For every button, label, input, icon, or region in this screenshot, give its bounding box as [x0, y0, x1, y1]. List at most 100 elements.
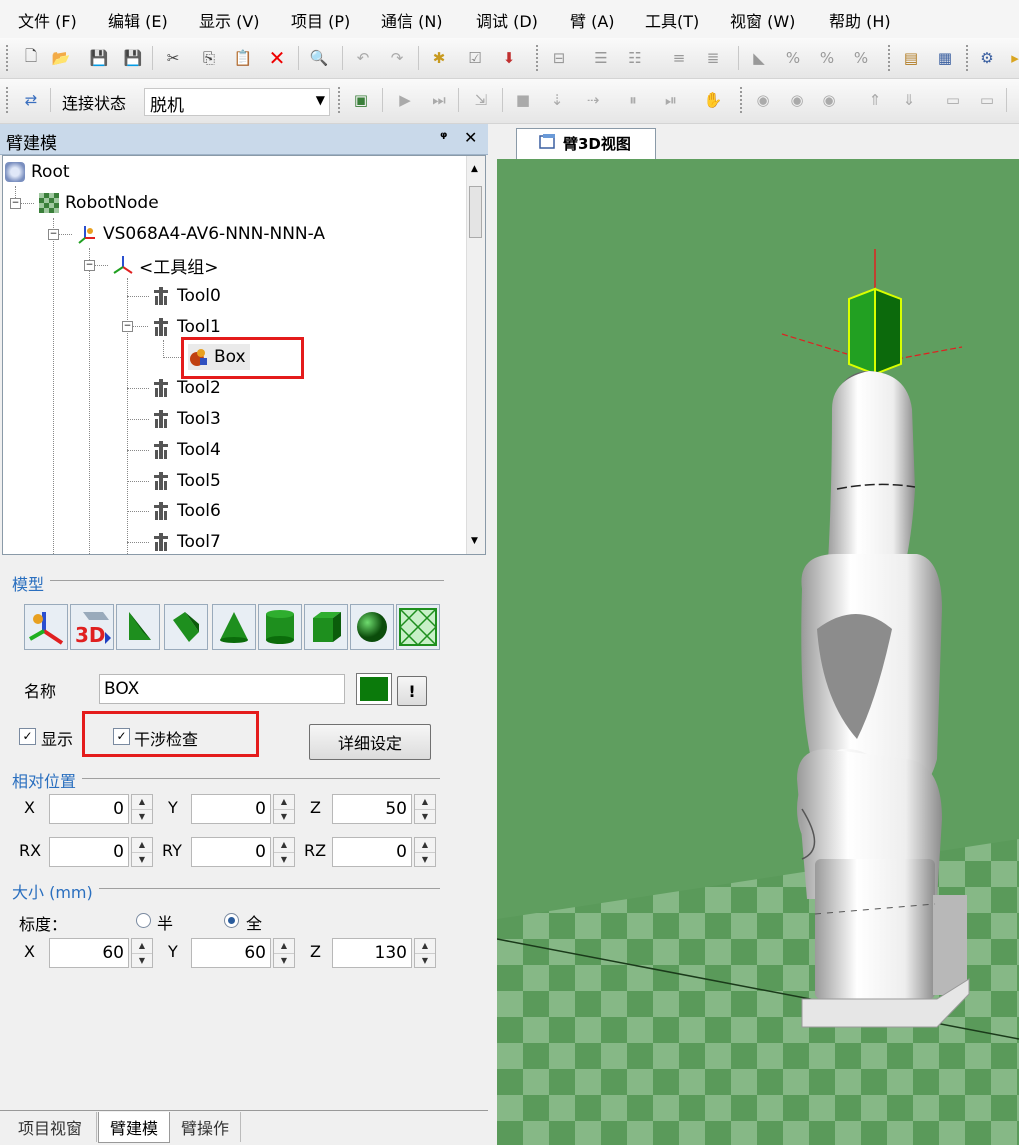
step-icon[interactable]: ⏭: [428, 89, 450, 111]
tab-project-view[interactable]: 项目视窗: [4, 1112, 97, 1142]
tree-item-tool3[interactable]: Tool3: [151, 406, 221, 432]
spin-down-icon[interactable]: ▼: [132, 810, 152, 824]
coordinate-frame-button[interactable]: [24, 604, 68, 650]
menu-project[interactable]: 项目 (P): [291, 8, 350, 32]
tree-item-robot[interactable]: VS068A4-AV6-NNN-NNN-A: [77, 221, 325, 247]
pos-x-spinner[interactable]: ▲ ▼: [131, 794, 153, 824]
new-project-icon[interactable]: ✱: [428, 47, 450, 69]
spin-down-icon[interactable]: ▼: [132, 954, 152, 968]
motor-off-icon[interactable]: ◉: [786, 89, 808, 111]
step-over-icon[interactable]: ⇢: [582, 89, 604, 111]
robot-link-icon[interactable]: ⚙: [976, 47, 998, 69]
display-checkbox[interactable]: ✓: [19, 728, 36, 745]
expand-tool-group[interactable]: −: [84, 260, 95, 271]
cone-shape-button[interactable]: [212, 604, 256, 650]
scale-full-radio[interactable]: [224, 913, 239, 928]
size-y-spinner[interactable]: ▲ ▼: [273, 938, 295, 968]
spin-up-icon[interactable]: ▲: [132, 939, 152, 954]
spin-up-icon[interactable]: ▲: [274, 939, 294, 954]
spin-down-icon[interactable]: ▼: [274, 810, 294, 824]
scale-half-radio[interactable]: [136, 913, 151, 928]
uncomment-icon[interactable]: ≣: [702, 47, 724, 69]
expand-robot[interactable]: −: [48, 229, 59, 240]
pos-rx-input[interactable]: 0: [49, 837, 129, 867]
undo-icon[interactable]: ↶: [352, 47, 374, 69]
grid-plane-button[interactable]: [396, 604, 440, 650]
pos-z-input[interactable]: 50: [332, 794, 412, 824]
redo-icon[interactable]: ↷: [386, 47, 408, 69]
spin-down-icon[interactable]: ▼: [274, 853, 294, 867]
monitor-icon[interactable]: ▭: [942, 89, 964, 111]
copy-icon[interactable]: ⎘: [198, 47, 220, 69]
menu-debug[interactable]: 调试 (D): [476, 8, 538, 32]
more-icon[interactable]: ▸: [1004, 47, 1019, 69]
cursor-run-icon[interactable]: ⇲: [470, 89, 492, 111]
pos-rx-spinner[interactable]: ▲ ▼: [131, 837, 153, 867]
align-icon[interactable]: ⊟: [548, 47, 570, 69]
monitor-off-icon[interactable]: ▭: [976, 89, 998, 111]
pos-x-input[interactable]: 0: [49, 794, 129, 824]
spin-up-icon[interactable]: ▲: [132, 838, 152, 853]
speed-up-icon[interactable]: ⇑: [864, 89, 886, 111]
spin-up-icon[interactable]: ▲: [415, 795, 435, 810]
motor-reset-icon[interactable]: ◉: [818, 89, 840, 111]
step-into-icon[interactable]: ⇣: [546, 89, 568, 111]
size-z-input[interactable]: 130: [332, 938, 412, 968]
bookmark-clear-icon[interactable]: %: [850, 47, 872, 69]
menu-help[interactable]: 帮助 (H): [829, 8, 891, 32]
spin-down-icon[interactable]: ▼: [132, 853, 152, 867]
cylinder-shape-button[interactable]: [258, 604, 302, 650]
spin-up-icon[interactable]: ▲: [415, 939, 435, 954]
scroll-thumb[interactable]: [469, 186, 482, 238]
slope-shape-button[interactable]: [164, 604, 208, 650]
tree-item-tool7[interactable]: Tool7: [151, 529, 221, 554]
pos-y-spinner[interactable]: ▲ ▼: [273, 794, 295, 824]
comment-icon[interactable]: ≡: [668, 47, 690, 69]
size-x-spinner[interactable]: ▲ ▼: [131, 938, 153, 968]
outdent-icon[interactable]: ☷: [624, 47, 646, 69]
color-picker-button[interactable]: [356, 673, 392, 705]
tree-item-tool0[interactable]: Tool0: [151, 283, 221, 309]
motor-on-icon[interactable]: ◉: [752, 89, 774, 111]
connection-status-select[interactable]: 脱机 ▼: [144, 88, 330, 116]
pos-ry-spinner[interactable]: ▲ ▼: [273, 837, 295, 867]
spin-down-icon[interactable]: ▼: [415, 853, 435, 867]
new-file-icon[interactable]: 🗋: [20, 47, 42, 69]
close-icon[interactable]: ✕: [464, 128, 477, 147]
expand-robotnode[interactable]: −: [10, 198, 21, 209]
spin-down-icon[interactable]: ▼: [415, 954, 435, 968]
bookmark-icon[interactable]: ◣: [748, 47, 770, 69]
sphere-shape-button[interactable]: [350, 604, 394, 650]
arm-3d-viewport[interactable]: [497, 159, 1019, 1145]
wedge-shape-button[interactable]: [116, 604, 160, 650]
tree-item-tool-group[interactable]: <工具组>: [113, 252, 219, 278]
save-all-icon[interactable]: 💾: [88, 47, 110, 69]
tree-item-tool6[interactable]: Tool6: [151, 498, 221, 524]
pos-y-input[interactable]: 0: [191, 794, 271, 824]
table-icon[interactable]: ▦: [934, 47, 956, 69]
toolbar-grip[interactable]: [6, 45, 11, 71]
stop-icon[interactable]: ■: [512, 89, 534, 111]
connect-icon[interactable]: ⇄: [20, 89, 42, 111]
speed-down-icon[interactable]: ⇓: [898, 89, 920, 111]
break-icon[interactable]: ⏯: [660, 89, 682, 111]
properties-icon[interactable]: ▤: [900, 47, 922, 69]
cut-icon[interactable]: ✂: [162, 47, 184, 69]
menu-arm[interactable]: 臂 (A): [570, 8, 615, 32]
scroll-down-icon[interactable]: ▼: [471, 536, 478, 546]
open-folder-icon[interactable]: 📂: [50, 47, 72, 69]
pin-icon[interactable]: ᵠ: [440, 128, 447, 146]
find-icon[interactable]: 🔍: [308, 47, 330, 69]
spin-down-icon[interactable]: ▼: [415, 810, 435, 824]
size-x-input[interactable]: 60: [49, 938, 129, 968]
indent-icon[interactable]: ☰: [590, 47, 612, 69]
pos-rz-input[interactable]: 0: [332, 837, 412, 867]
paste-icon[interactable]: 📋: [232, 47, 254, 69]
pos-z-spinner[interactable]: ▲ ▼: [414, 794, 436, 824]
spin-up-icon[interactable]: ▲: [132, 795, 152, 810]
download-program-icon[interactable]: ▣: [350, 89, 372, 111]
scroll-up-icon[interactable]: ▲: [471, 164, 478, 174]
spin-up-icon[interactable]: ▲: [274, 838, 294, 853]
menu-edit[interactable]: 编辑 (E): [108, 8, 168, 32]
warning-button[interactable]: !: [397, 676, 427, 706]
